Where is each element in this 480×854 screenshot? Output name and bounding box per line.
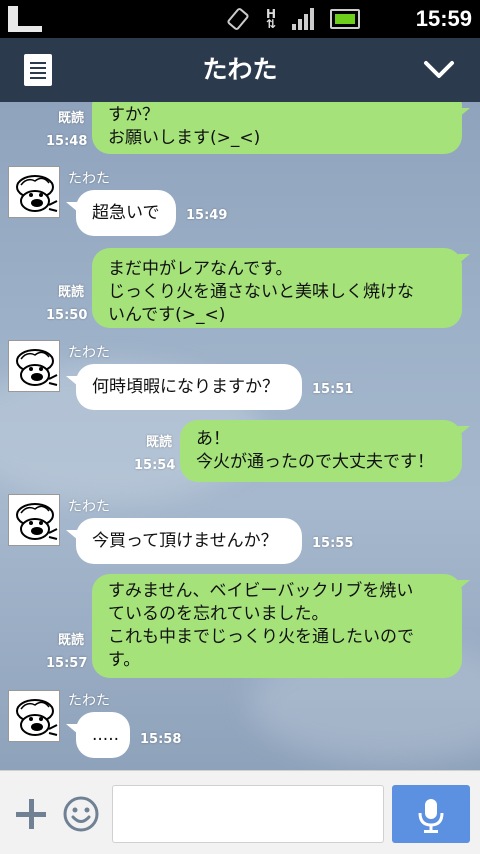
microphone-icon	[418, 799, 444, 833]
message-text: 超急いで	[92, 203, 160, 223]
message-text: あ！ 今火が通ったので大丈夫です！	[196, 429, 434, 472]
message-time: 15:48	[46, 134, 88, 149]
message-text: すみません、ベイビーバックリブを焼い ているのを忘れていました。 これも中までじ…	[108, 581, 414, 670]
outgoing-message: すみません、ベイビーバックリブを焼い ているのを忘れていました。 これも中までじ…	[92, 574, 462, 678]
message-text: .....	[92, 725, 120, 745]
chat-header: たわた	[0, 38, 480, 102]
outgoing-message: まだ中がレアなんです。 じっくり火を通さないと美味しく焼けな いんです(>_<)	[92, 248, 462, 328]
status-bar: H ⇅ 15:59	[0, 0, 480, 38]
avatar-cartoon-icon	[16, 175, 58, 212]
sender-name: たわた	[68, 345, 110, 361]
signal-strength-icon	[292, 8, 316, 30]
smiley-icon[interactable]	[62, 795, 100, 833]
voice-message-button[interactable]	[392, 785, 470, 843]
chat-title: たわた	[202, 55, 278, 84]
message-time: 15:50	[46, 308, 88, 323]
read-receipt: 既読	[145, 435, 172, 450]
message-input[interactable]	[112, 785, 384, 843]
avatar-cartoon-icon	[16, 699, 58, 736]
status-time: 15:59	[415, 6, 472, 31]
network-type-icon: H ⇅	[265, 7, 277, 31]
message-text: 今買って頂けませんか？	[92, 531, 278, 551]
read-receipt: 既読	[57, 633, 84, 648]
incoming-message: .....	[76, 712, 130, 758]
launcher-icon	[8, 6, 42, 32]
avatar-cartoon-icon	[16, 503, 58, 540]
battery-icon	[330, 9, 360, 29]
avatar[interactable]	[8, 690, 60, 742]
message-time: 15:58	[140, 732, 182, 747]
message-time: 15:54	[134, 458, 176, 473]
message-text: まだ中がレアなんです。 じっくり火を通さないと美味しく焼けな いんです(>_<)	[108, 259, 414, 325]
message-text: 何時頃暇になりますか？	[92, 377, 279, 397]
sender-name: たわた	[68, 499, 110, 515]
avatar-cartoon-icon	[16, 349, 58, 386]
outgoing-message: あ！ 今火が通ったので大丈夫です！	[180, 420, 462, 482]
outgoing-message: すか？ お願いします(>_<)	[92, 102, 462, 154]
read-receipt: 既読	[57, 111, 84, 126]
status-icons: H ⇅	[226, 6, 360, 32]
incoming-message: 何時頃暇になりますか？	[76, 364, 302, 410]
read-receipt: 既読	[57, 285, 84, 300]
chat-area[interactable]: すか？ お願いします(>_<) 既読 15:48 たわた 超急いで 15:49 …	[0, 102, 480, 770]
avatar[interactable]	[8, 166, 60, 218]
message-time: 15:51	[312, 382, 354, 397]
plus-icon[interactable]	[16, 799, 46, 829]
avatar[interactable]	[8, 494, 60, 546]
message-time: 15:57	[46, 656, 88, 671]
message-time: 15:55	[312, 536, 354, 551]
message-text: すか？ お願いします(>_<)	[108, 105, 261, 148]
message-input-bar	[0, 770, 480, 854]
sender-name: たわた	[68, 171, 110, 187]
avatar[interactable]	[8, 340, 60, 392]
chevron-down-icon[interactable]	[422, 54, 456, 86]
incoming-message: 超急いで	[76, 190, 176, 236]
screen-rotation-icon	[227, 8, 249, 30]
sender-name: たわた	[68, 693, 110, 709]
message-time: 15:49	[186, 208, 228, 223]
incoming-message: 今買って頂けませんか？	[76, 518, 302, 564]
